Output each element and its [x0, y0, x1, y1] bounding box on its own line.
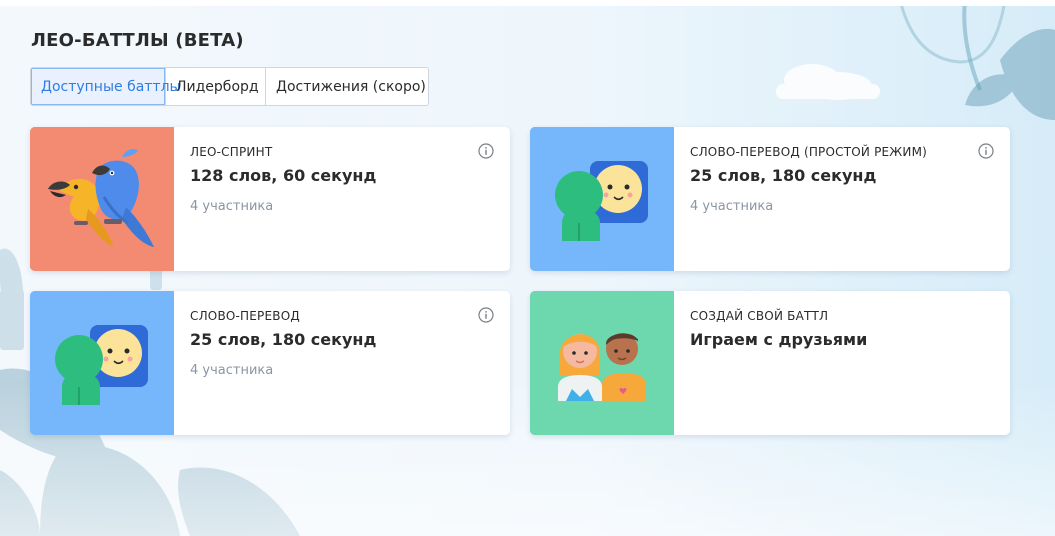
card-thumbnail	[530, 127, 674, 271]
card-body: СЛОВО-ПЕРЕВОД 25 слов, 180 секунд 4 учас…	[190, 309, 494, 378]
tab-leaderboard[interactable]: Лидерборд	[166, 68, 266, 105]
battle-card-create-own[interactable]: СОЗДАЙ СВОЙ БАТТЛ Играем с друзьями	[530, 291, 1010, 435]
card-body: ЛЕО-СПРИНТ 128 слов, 60 секунд 4 участни…	[190, 145, 494, 214]
card-title: СЛОВО-ПЕРЕВОД (ПРОСТОЙ РЕЖИМ)	[690, 145, 928, 159]
tab-available-battles[interactable]: Доступные баттлы	[31, 68, 181, 105]
card-subtitle: 25 слов, 180 секунд	[690, 166, 877, 185]
tabs: Доступные баттлы Лидерборд Достижения (с…	[30, 67, 429, 106]
battle-card-leo-sprint[interactable]: ЛЕО-СПРИНТ 128 слов, 60 секунд 4 участни…	[30, 127, 510, 271]
chat-faces-icon	[530, 127, 674, 271]
card-thumbnail	[30, 291, 174, 435]
friends-icon	[530, 291, 674, 435]
card-subtitle: 128 слов, 60 секунд	[190, 166, 377, 185]
info-icon[interactable]	[978, 143, 994, 159]
card-title: СОЗДАЙ СВОЙ БАТТЛ	[690, 309, 829, 323]
card-body: СЛОВО-ПЕРЕВОД (ПРОСТОЙ РЕЖИМ) 25 слов, 1…	[690, 145, 994, 214]
parrots-icon	[30, 127, 174, 271]
battle-card-word-translation-simple[interactable]: СЛОВО-ПЕРЕВОД (ПРОСТОЙ РЕЖИМ) 25 слов, 1…	[530, 127, 1010, 271]
card-body: СОЗДАЙ СВОЙ БАТТЛ Играем с друзьями	[690, 309, 994, 349]
card-title: ЛЕО-СПРИНТ	[190, 145, 273, 159]
participants-count: 4 участника	[190, 199, 274, 214]
tab-achievements[interactable]: Достижения (скоро)	[266, 68, 428, 105]
participants-count: 4 участника	[690, 199, 774, 214]
card-thumbnail	[530, 291, 674, 435]
battle-card-word-translation[interactable]: СЛОВО-ПЕРЕВОД 25 слов, 180 секунд 4 учас…	[30, 291, 510, 435]
card-title: СЛОВО-ПЕРЕВОД	[190, 309, 300, 323]
page-title: ЛЕО-БАТТЛЫ (BETA)	[31, 30, 244, 51]
top-bar	[0, 0, 1055, 6]
chat-faces-icon	[30, 291, 174, 435]
participants-count: 4 участника	[190, 363, 274, 378]
card-subtitle: 25 слов, 180 секунд	[190, 330, 377, 349]
info-icon[interactable]	[478, 307, 494, 323]
card-thumbnail	[30, 127, 174, 271]
card-subtitle: Играем с друзьями	[690, 330, 868, 349]
info-icon[interactable]	[478, 143, 494, 159]
